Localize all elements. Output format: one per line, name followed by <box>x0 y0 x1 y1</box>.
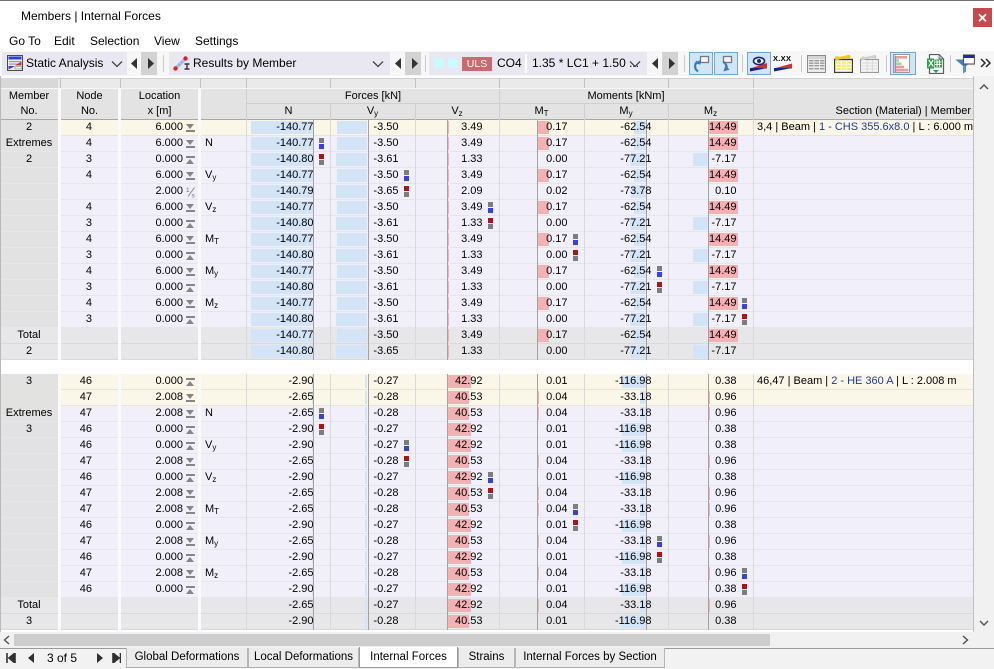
svg-text:X: X <box>928 59 934 69</box>
svg-text:1: 1 <box>186 187 190 194</box>
svg-text:s: s <box>192 193 196 199</box>
svg-text:X.XX: X.XX <box>773 54 791 63</box>
